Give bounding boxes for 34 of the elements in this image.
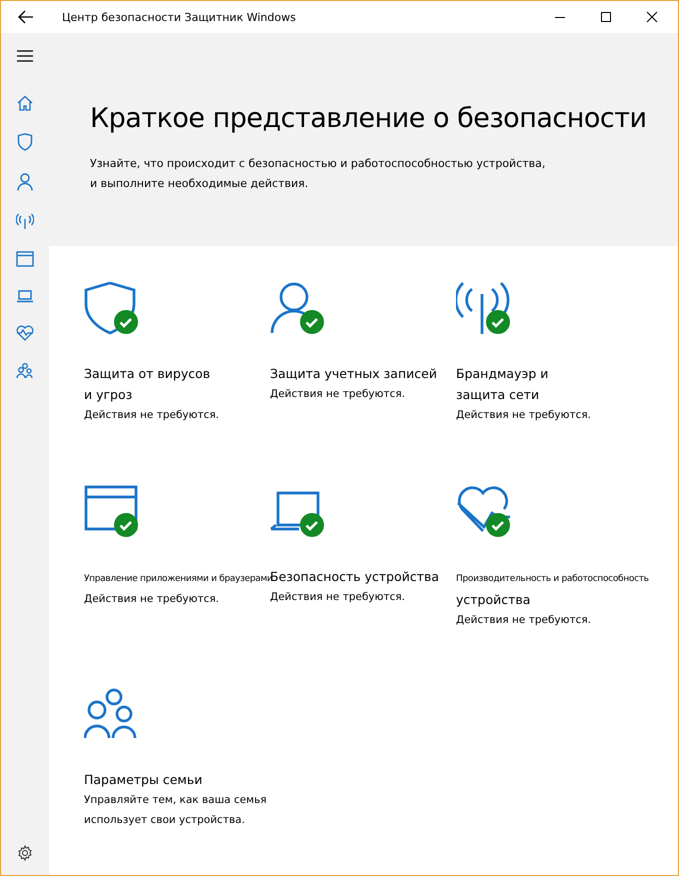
settings-icon[interactable] (17, 845, 33, 861)
tile-status: Действия не требуются. (456, 613, 592, 628)
page-title: Краткое представление о безопасности (90, 103, 648, 134)
tile-status: Действия не требуются. (84, 592, 220, 607)
shield-check-icon[interactable] (84, 282, 140, 336)
antenna-icon[interactable] (16, 213, 34, 229)
tile-title[interactable]: Защита от вирусов и угроз (84, 363, 210, 405)
browser-window-check-icon[interactable] (84, 485, 140, 539)
tile-title[interactable]: Защита учетных записей (270, 363, 437, 384)
tile-title[interactable]: Брандмауэр и защита сети (456, 363, 548, 405)
family-icon[interactable] (16, 363, 34, 379)
home-icon[interactable] (17, 95, 33, 111)
person-icon[interactable] (17, 173, 33, 191)
page-description: Узнайте, что происходит с безопасностью и работоспособностью устройства, и выполните необходимые действия. (90, 156, 546, 192)
laptop-icon[interactable] (16, 289, 34, 303)
tile-title[interactable]: Параметры семьи (84, 769, 202, 790)
heart-pulse-icon[interactable] (16, 325, 34, 341)
tile-status: Действия не требуются. (270, 590, 406, 605)
tile-status: Управляйте тем, как ваша семья использует свои устройства. (84, 793, 268, 828)
tile-status: Действия не требуются. (84, 408, 220, 423)
heart-pulse-check-icon[interactable] (456, 485, 512, 539)
browser-window-icon[interactable] (16, 251, 34, 267)
person-check-icon[interactable] (270, 282, 326, 336)
maximize-icon[interactable] (600, 11, 612, 23)
back-icon[interactable] (18, 10, 34, 24)
tile-status: Действия не требуются. (270, 387, 406, 402)
close-icon[interactable] (646, 11, 658, 23)
tile-title[interactable]: Безопасность устройства (270, 566, 440, 587)
tile-status: Действия не требуются. (456, 408, 592, 423)
antenna-check-icon[interactable] (456, 282, 512, 336)
window-title: Центр безопасности Защитник Windows (62, 10, 297, 24)
menu-icon[interactable] (17, 50, 33, 62)
shield-icon[interactable] (17, 133, 33, 151)
tile-title[interactable]: Производительность и работоспособность устройства (456, 566, 649, 610)
